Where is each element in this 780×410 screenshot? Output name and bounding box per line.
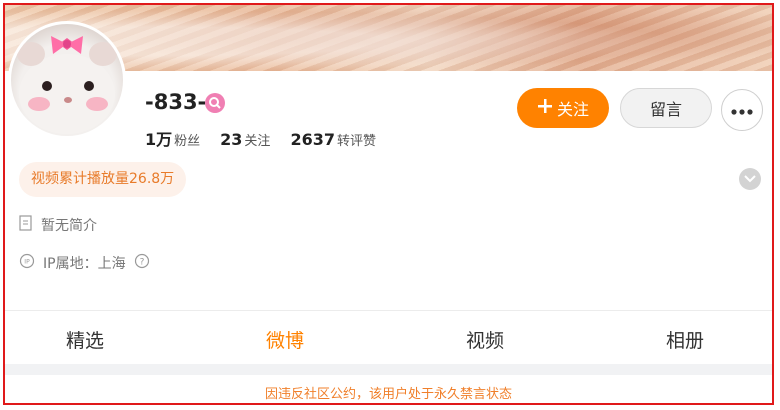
ip-location-text: IP属地：上海 xyxy=(43,256,126,272)
video-plays-badge: 视频累计播放量26.8万 xyxy=(19,162,187,197)
chevron-down-icon[interactable] xyxy=(739,168,761,190)
plus-icon xyxy=(537,98,553,119)
ban-notice: 因违反社区公约，该用户处于永久禁言状态 xyxy=(264,387,512,402)
ip-location-row: IP IP属地：上海 ? xyxy=(19,253,150,273)
bio-text: 暂无简介 xyxy=(41,218,97,234)
stat-interactions[interactable]: 2637 转评赞 xyxy=(290,130,376,149)
svg-text:IP: IP xyxy=(24,259,30,266)
follow-button-label: 关注 xyxy=(556,102,589,119)
profile-stats: 1万 粉丝 23 关注 2637 转评赞 xyxy=(145,126,376,150)
stat-number: 23 xyxy=(220,130,243,149)
message-button-label: 留言 xyxy=(649,102,682,119)
tab-featured[interactable]: 精选 xyxy=(5,311,165,367)
profile-tabs: 精选 微博 视频 相册 xyxy=(5,310,772,369)
tab-weibo[interactable]: 微博 xyxy=(185,311,385,369)
stat-followers[interactable]: 1万 粉丝 xyxy=(145,126,200,150)
username: -833- xyxy=(145,90,207,114)
help-icon[interactable]: ? xyxy=(134,253,150,273)
tab-album[interactable]: 相册 xyxy=(585,311,772,367)
verified-badge-icon[interactable] xyxy=(205,93,225,113)
document-icon xyxy=(19,215,33,235)
ip-icon: IP xyxy=(19,253,35,273)
more-dots-icon xyxy=(731,103,753,118)
tab-label: 微博 xyxy=(265,329,304,352)
stat-label: 转评赞 xyxy=(336,134,376,149)
avatar[interactable] xyxy=(8,21,126,139)
bio-row: 暂无简介 xyxy=(19,215,97,235)
stat-number: 2637 xyxy=(290,130,335,149)
more-options-button[interactable] xyxy=(721,89,763,131)
tab-label: 相册 xyxy=(665,329,704,352)
message-button[interactable]: 留言 xyxy=(620,88,712,128)
stat-label: 关注 xyxy=(244,134,271,149)
stat-number: 1万 xyxy=(145,130,173,149)
stat-following[interactable]: 23 关注 xyxy=(220,130,270,149)
stat-label: 粉丝 xyxy=(174,134,201,149)
tab-label: 视频 xyxy=(465,329,504,352)
tab-video[interactable]: 视频 xyxy=(385,311,585,367)
svg-text:?: ? xyxy=(139,258,144,268)
section-divider xyxy=(5,364,772,375)
follow-button[interactable]: 关注 xyxy=(517,88,609,128)
avatar-hamster-image xyxy=(17,36,117,134)
tab-label: 精选 xyxy=(65,329,104,352)
profile-card: -833- 1万 粉丝 23 关注 2637 转评赞 关注 留言 视频累计播放量26.… xyxy=(3,3,774,405)
